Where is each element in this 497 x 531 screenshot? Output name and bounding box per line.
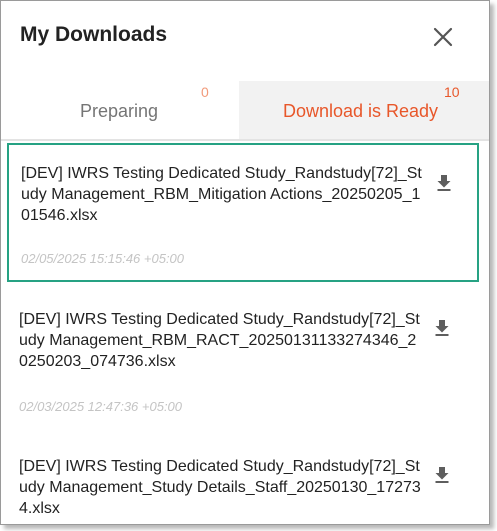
- download-file-name: [DEV] IWRS Testing Dedicated Study_Rands…: [19, 311, 420, 370]
- panel-header: My Downloads: [1, 1, 489, 73]
- close-button[interactable]: [431, 25, 455, 49]
- download-item[interactable]: [DEV] IWRS Testing Dedicated Study_Rands…: [7, 143, 479, 282]
- download-item[interactable]: [DEV] IWRS Testing Dedicated Study_Rands…: [7, 438, 479, 524]
- downloads-panel: My Downloads Preparing 0 Download is Rea…: [0, 0, 490, 525]
- panel-title: My Downloads: [20, 23, 168, 46]
- close-icon: [433, 27, 453, 47]
- download-list: [DEV] IWRS Testing Dedicated Study_Rands…: [1, 141, 489, 524]
- tab-preparing[interactable]: Preparing 0: [1, 81, 239, 139]
- download-icon: [435, 467, 449, 483]
- tab-download-ready-label: Download is Ready: [282, 101, 439, 121]
- download-button[interactable]: [432, 318, 452, 338]
- tab-bar: Preparing 0 Download is Ready 10: [1, 81, 489, 141]
- download-icon: [435, 320, 449, 336]
- download-file-name: [DEV] IWRS Testing Dedicated Study_Rands…: [21, 165, 422, 224]
- download-item[interactable]: [DEV] IWRS Testing Dedicated Study_Rands…: [7, 291, 479, 431]
- download-button[interactable]: [432, 465, 452, 485]
- download-file-name: [DEV] IWRS Testing Dedicated Study_Rands…: [19, 458, 421, 517]
- tab-download-ready-count: 10: [444, 84, 460, 100]
- download-date: 02/05/2025 15:15:46 +05:00: [21, 251, 185, 266]
- download-button[interactable]: [434, 173, 454, 193]
- tab-preparing-count: 0: [201, 84, 209, 100]
- tab-preparing-label: Preparing: [79, 101, 159, 121]
- download-icon: [437, 175, 451, 191]
- tab-download-ready[interactable]: Download is Ready 10: [239, 81, 489, 139]
- download-date: 02/03/2025 12:47:36 +05:00: [19, 399, 183, 414]
